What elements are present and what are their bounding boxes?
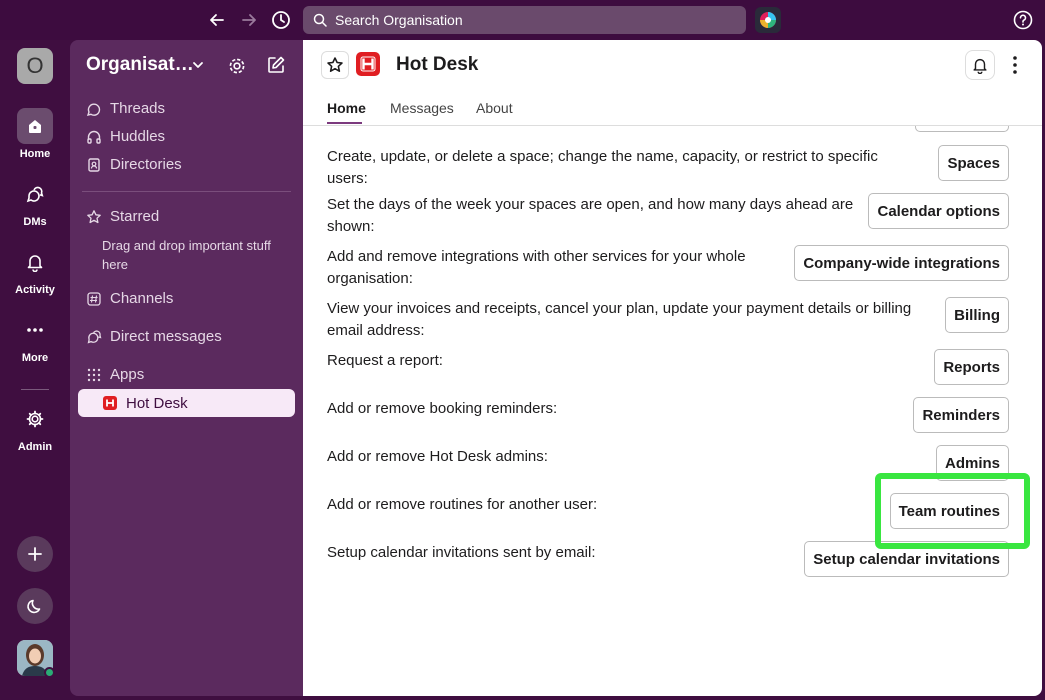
help-icon[interactable] [1013, 10, 1033, 30]
kebab-icon [1013, 56, 1017, 74]
sidebar-label-hot-desk: Hot Desk [126, 394, 188, 412]
dms-icon [17, 176, 53, 212]
sidebar-label-apps: Apps [110, 366, 145, 383]
rail-label-dms: DMs [23, 216, 47, 228]
apps-grid-icon [86, 367, 102, 383]
rail-item-more[interactable]: More [0, 312, 70, 364]
row-description: View your invoices and receipts, cancel … [327, 300, 912, 339]
search-input[interactable]: Search Organisation [303, 6, 746, 34]
row-description: Add or remove booking reminders: [327, 400, 558, 417]
highlight-box [875, 473, 1030, 549]
star-button[interactable] [321, 51, 349, 79]
rail-item-dms[interactable]: DMs [0, 176, 70, 228]
rail-label-admin: Admin [17, 441, 53, 453]
sidebar-divider [82, 191, 291, 192]
scrolled-button[interactable] [915, 126, 1009, 132]
rail-divider [21, 389, 49, 390]
rail-item-activity[interactable]: Activity [0, 244, 70, 296]
rail-item-home[interactable]: Home [0, 108, 70, 160]
calendar-options-button[interactable]: Calendar options [868, 193, 1009, 229]
rail-label-home: Home [19, 148, 51, 160]
bell-icon [973, 58, 987, 74]
app-logo-icon[interactable] [755, 7, 781, 33]
row-description: Add and remove integrations with other s… [327, 248, 746, 287]
row-description: Setup calendar invitations sent by email… [327, 544, 596, 561]
reminders-button[interactable]: Reminders [913, 397, 1009, 433]
back-arrow-icon[interactable] [207, 10, 227, 30]
row-description: Request a report: [327, 352, 443, 369]
search-icon [313, 13, 327, 27]
tab-about[interactable]: About [476, 100, 513, 116]
star-icon [327, 57, 343, 72]
sidebar-label-direct-messages: Direct messages [110, 328, 222, 345]
hot-desk-logo-icon [356, 52, 380, 76]
company-wide-integrations-button[interactable]: Company-wide integrations [794, 245, 1009, 281]
sidebar-section-starred[interactable]: Starred [86, 208, 159, 225]
forward-arrow-icon[interactable] [239, 10, 259, 30]
sidebar-label-channels: Channels [110, 290, 174, 307]
sidebar-label-huddles: Huddles [110, 128, 166, 145]
reports-button[interactable]: Reports [934, 349, 1009, 385]
notifications-button[interactable] [965, 50, 995, 80]
row-description: Set the days of the week your spaces are… [327, 196, 854, 235]
compose-icon[interactable] [266, 55, 286, 80]
channel-sidebar: Organisation Threads Huddles Directories… [70, 40, 303, 696]
row-description: Add or remove routines for another user: [327, 496, 598, 513]
rail-label-more: More [21, 352, 49, 364]
billing-button[interactable]: Billing [945, 297, 1009, 333]
more-icon [17, 312, 53, 348]
dms-icon [86, 329, 102, 345]
more-options-button[interactable] [1005, 54, 1025, 76]
rail-item-admin[interactable]: Admin [0, 401, 70, 453]
spaces-button[interactable]: Spaces [938, 145, 1009, 181]
home-content: Create, update, or delete a space; chang… [303, 126, 1042, 696]
sidebar-item-directories[interactable]: Directories [86, 156, 182, 173]
main-panel: Hot Desk Home Messages About Create, upd… [303, 40, 1042, 696]
sidebar-item-huddles[interactable]: Huddles [86, 128, 165, 145]
search-placeholder: Search Organisation [335, 12, 463, 28]
starred-hint-text: Drag and drop important stuff here [102, 238, 271, 272]
tab-home[interactable]: Home [327, 100, 366, 116]
org-name[interactable]: Organisation [86, 54, 196, 76]
workspace-rail: O Home DMs Activity More Admin [0, 40, 70, 700]
sidebar-label-starred: Starred [110, 208, 160, 225]
chevron-down-icon[interactable] [191, 58, 205, 77]
hot-desk-logo-icon [103, 396, 117, 410]
add-icon[interactable] [17, 536, 53, 572]
sidebar-label-directories: Directories [110, 156, 182, 173]
online-status-dot [44, 667, 55, 678]
tab-messages[interactable]: Messages [390, 100, 454, 116]
moon-icon[interactable] [17, 588, 53, 624]
bell-icon [17, 244, 53, 280]
home-icon [17, 108, 53, 144]
sidebar-item-threads[interactable]: Threads [86, 100, 165, 117]
top-bar: Search Organisation [0, 0, 1045, 40]
threads-icon [86, 101, 102, 117]
sidebar-section-apps[interactable]: Apps [86, 366, 144, 383]
row-description: Create, update, or delete a space; chang… [327, 148, 878, 187]
active-tab-indicator [327, 122, 362, 124]
rail-label-activity: Activity [15, 284, 55, 296]
sidebar-section-direct-messages[interactable]: Direct messages [86, 328, 222, 345]
workspace-avatar[interactable]: O [17, 48, 53, 84]
page-title: Hot Desk [396, 54, 479, 75]
star-icon [86, 209, 102, 225]
directory-icon [86, 157, 102, 173]
row-description: Add or remove Hot Desk admins: [327, 448, 548, 465]
settings-icon[interactable] [226, 55, 248, 82]
channels-icon [86, 291, 102, 307]
gear-icon [17, 401, 53, 437]
sidebar-section-channels[interactable]: Channels [86, 290, 173, 307]
history-icon[interactable] [271, 10, 291, 30]
sidebar-label-threads: Threads [110, 100, 166, 117]
headphones-icon [86, 129, 102, 145]
sidebar-item-hot-desk[interactable]: Hot Desk [78, 389, 295, 417]
